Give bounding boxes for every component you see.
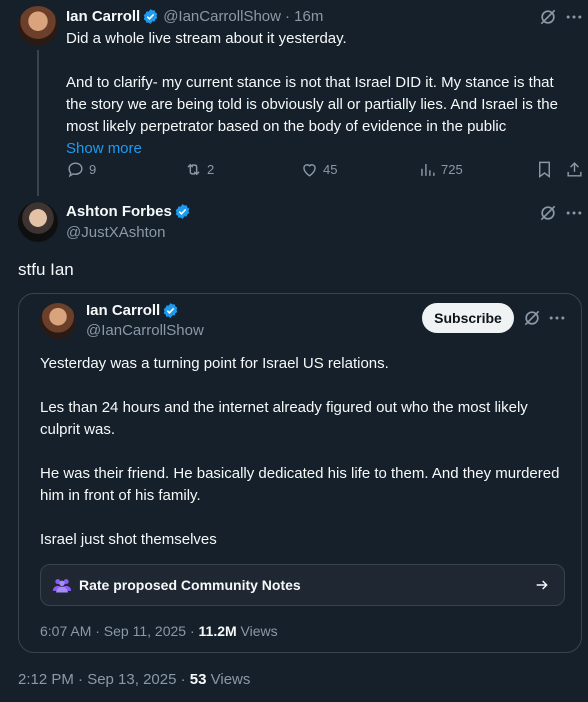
- like-icon: [303, 164, 316, 177]
- arrow-right-icon: [536, 580, 548, 590]
- thread-line: [37, 50, 39, 196]
- author-handle[interactable]: @IanCarrollShow: [163, 8, 281, 25]
- community-notes-button[interactable]: Rate proposed Community Notes: [40, 564, 565, 606]
- verified-badge-icon: [143, 8, 158, 24]
- more-icon[interactable]: [564, 7, 584, 27]
- tweet-header: Ian Carroll @IanCarrollShow · 16m: [66, 6, 323, 26]
- grok-icon[interactable]: [522, 308, 542, 328]
- like-button[interactable]: 45: [300, 160, 337, 179]
- tweet-timestamp[interactable]: 2:12 PM · Sep 13, 2025 ·: [18, 671, 190, 688]
- author-handle[interactable]: @IanCarrollShow: [86, 322, 204, 339]
- views-button[interactable]: 725: [418, 160, 463, 179]
- verified-badge-icon: [163, 303, 178, 318]
- quote-paragraph: Les than 24 hours and the internet alrea…: [40, 399, 528, 438]
- reply-button[interactable]: 9: [66, 160, 96, 179]
- quote-views-count: 11.2M: [198, 623, 237, 639]
- tweet-paragraph: And to clarify- my current stance is not…: [66, 74, 558, 135]
- quote-views-label: Views: [236, 623, 278, 639]
- more-icon[interactable]: [547, 308, 567, 328]
- views-icon: [421, 163, 435, 176]
- author-handle[interactable]: @JustXAshton: [66, 224, 165, 241]
- avatar[interactable]: [18, 6, 58, 46]
- subscribe-button[interactable]: Subscribe: [422, 303, 514, 333]
- avatar[interactable]: [40, 303, 76, 339]
- quote-paragraph: Israel just shot themselves: [40, 531, 217, 548]
- share-icon[interactable]: [565, 160, 584, 179]
- bookmark-icon[interactable]: [535, 160, 554, 179]
- author-name[interactable]: Ian Carroll: [86, 302, 160, 319]
- author-name[interactable]: Ian Carroll: [66, 8, 140, 25]
- views-count: 725: [441, 162, 463, 177]
- quote-header: Ian Carroll: [86, 302, 179, 319]
- community-notes-icon: [52, 579, 72, 593]
- quote-paragraph: He was their friend. He basically dedica…: [40, 465, 560, 504]
- quote-text: Yesterday was a turning point for Israel…: [40, 353, 560, 551]
- show-more-link[interactable]: Show more: [66, 138, 576, 160]
- tweet-views-label: Views: [206, 671, 251, 688]
- quote-timestamp[interactable]: 6:07 AM · Sep 11, 2025 ·: [40, 623, 199, 639]
- tweet-line: Did a whole live stream about it yesterd…: [66, 30, 347, 47]
- verified-badge-icon: [175, 204, 190, 219]
- tweet-header: Ashton Forbes: [66, 203, 191, 220]
- grok-icon[interactable]: [538, 7, 558, 27]
- author-name[interactable]: Ashton Forbes: [66, 203, 172, 220]
- more-icon[interactable]: [564, 203, 584, 223]
- repost-button[interactable]: 2: [184, 160, 214, 179]
- tweet-time[interactable]: · 16m: [285, 8, 323, 25]
- reply-icon: [68, 162, 83, 178]
- quote-paragraph: Yesterday was a turning point for Israel…: [40, 355, 389, 372]
- like-count: 45: [323, 162, 338, 177]
- tweet-footer: 2:12 PM · Sep 13, 2025 · 53 Views: [18, 671, 250, 688]
- reply-count: 9: [89, 162, 97, 177]
- repost-icon: [187, 163, 200, 176]
- community-notes-label: Rate proposed Community Notes: [79, 577, 301, 593]
- tweet-views-count: 53: [189, 671, 207, 688]
- avatar[interactable]: [18, 202, 58, 242]
- grok-icon[interactable]: [538, 203, 558, 223]
- repost-count: 2: [207, 162, 215, 177]
- tweet-text: stfu Ian: [18, 260, 74, 279]
- tweet-text: Did a whole live stream about it yesterd…: [66, 28, 576, 160]
- quote-footer: 6:07 AM · Sep 11, 2025 · 11.2M Views: [40, 623, 278, 639]
